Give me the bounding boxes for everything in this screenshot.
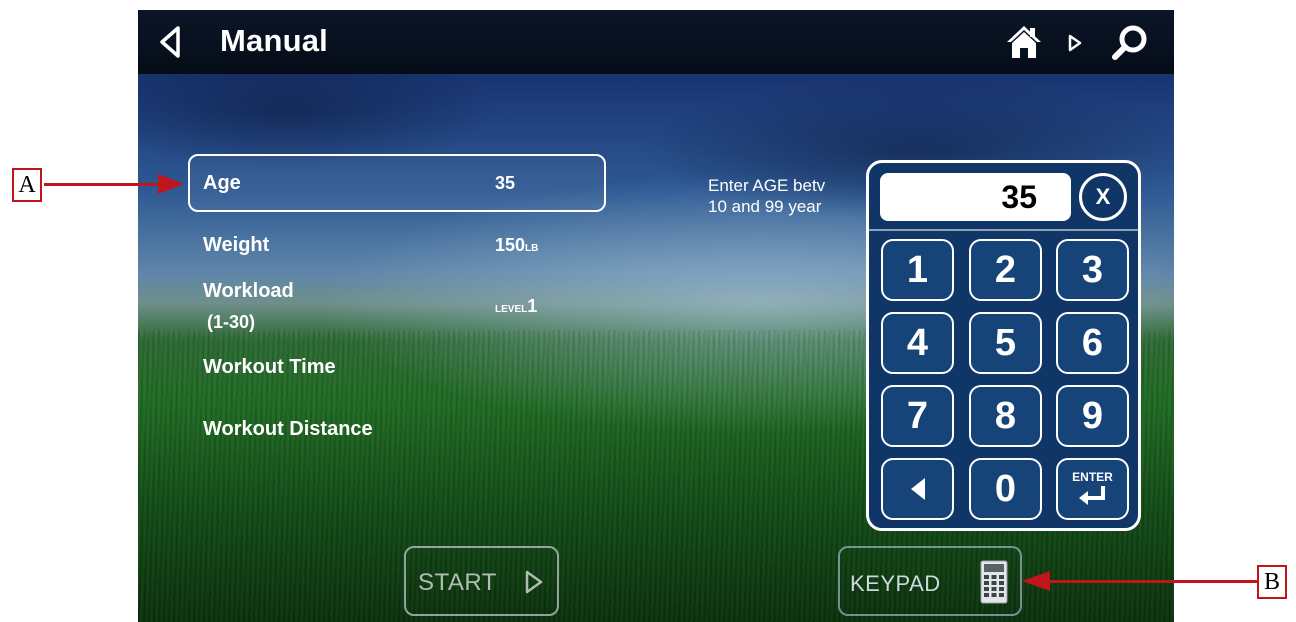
keypad-button-label: KEYPAD [850, 571, 941, 596]
key-0[interactable]: 0 [969, 458, 1042, 520]
enter-return-icon [1078, 486, 1105, 505]
calculator-icon [980, 560, 1008, 604]
next-icon[interactable] [1068, 34, 1082, 52]
home-icon[interactable] [1006, 24, 1042, 60]
hint-line-1: Enter AGE betv [708, 176, 826, 195]
page-title: Manual [220, 23, 328, 58]
weight-value[interactable]: 150LB [495, 235, 538, 256]
backspace-key[interactable] [881, 458, 954, 520]
age-value: 35 [495, 173, 516, 193]
keypad-display: 35 [880, 173, 1071, 221]
key-3[interactable]: 3 [1056, 239, 1129, 301]
workload-level-prefix: LEVEL [495, 304, 528, 315]
key-1[interactable]: 1 [881, 239, 954, 301]
weight-unit: LB [525, 243, 539, 254]
callout-b-label: B [1257, 565, 1287, 599]
callout-a-arrow-line [44, 183, 164, 186]
key-7[interactable]: 7 [881, 385, 954, 447]
callout-a-label: A [12, 168, 42, 202]
keypad-divider [869, 229, 1138, 231]
callout-b-arrowhead [1022, 571, 1050, 591]
key-4[interactable]: 4 [881, 312, 954, 374]
app-screen: Manual Age 35 Weight 150LB Workload (1-3… [138, 10, 1174, 622]
back-icon[interactable] [156, 24, 184, 60]
top-bar: Manual [138, 10, 1174, 74]
workload-value[interactable]: LEVEL1 [495, 296, 537, 317]
enter-label: ENTER [1072, 470, 1113, 484]
start-label: START [418, 569, 497, 596]
keypad-toggle-button[interactable]: KEYPAD [838, 546, 1022, 616]
search-icon[interactable] [1110, 24, 1150, 62]
backspace-arrow-icon [911, 478, 925, 500]
weight-number: 150 [495, 235, 526, 255]
age-field-selected[interactable] [188, 154, 606, 212]
start-button[interactable]: START [404, 546, 559, 616]
age-label: Age [203, 172, 241, 194]
key-6[interactable]: 6 [1056, 312, 1129, 374]
play-icon [525, 570, 543, 594]
numeric-keypad: 35 X 1 2 3 4 5 6 7 8 9 0 ENTER [866, 160, 1141, 531]
age-hint-text: Enter AGE betv 10 and 99 year [708, 175, 825, 217]
weight-label[interactable]: Weight [203, 234, 269, 257]
keypad-clear-button[interactable]: X [1079, 173, 1127, 221]
workload-number: 1 [527, 296, 538, 316]
callout-b-arrow-line [1046, 580, 1257, 583]
enter-key[interactable]: ENTER [1056, 458, 1129, 520]
key-2[interactable]: 2 [969, 239, 1042, 301]
workload-range: (1-30) [207, 312, 256, 332]
key-8[interactable]: 8 [969, 385, 1042, 447]
key-5[interactable]: 5 [969, 312, 1042, 374]
callout-a-arrowhead [158, 174, 184, 194]
workout-time-label[interactable]: Workout Time [203, 356, 336, 379]
workload-label[interactable]: Workload [203, 280, 294, 303]
workout-distance-label[interactable]: Workout Distance [203, 418, 373, 441]
key-9[interactable]: 9 [1056, 385, 1129, 447]
hint-line-2: 10 and 99 year [708, 197, 822, 216]
